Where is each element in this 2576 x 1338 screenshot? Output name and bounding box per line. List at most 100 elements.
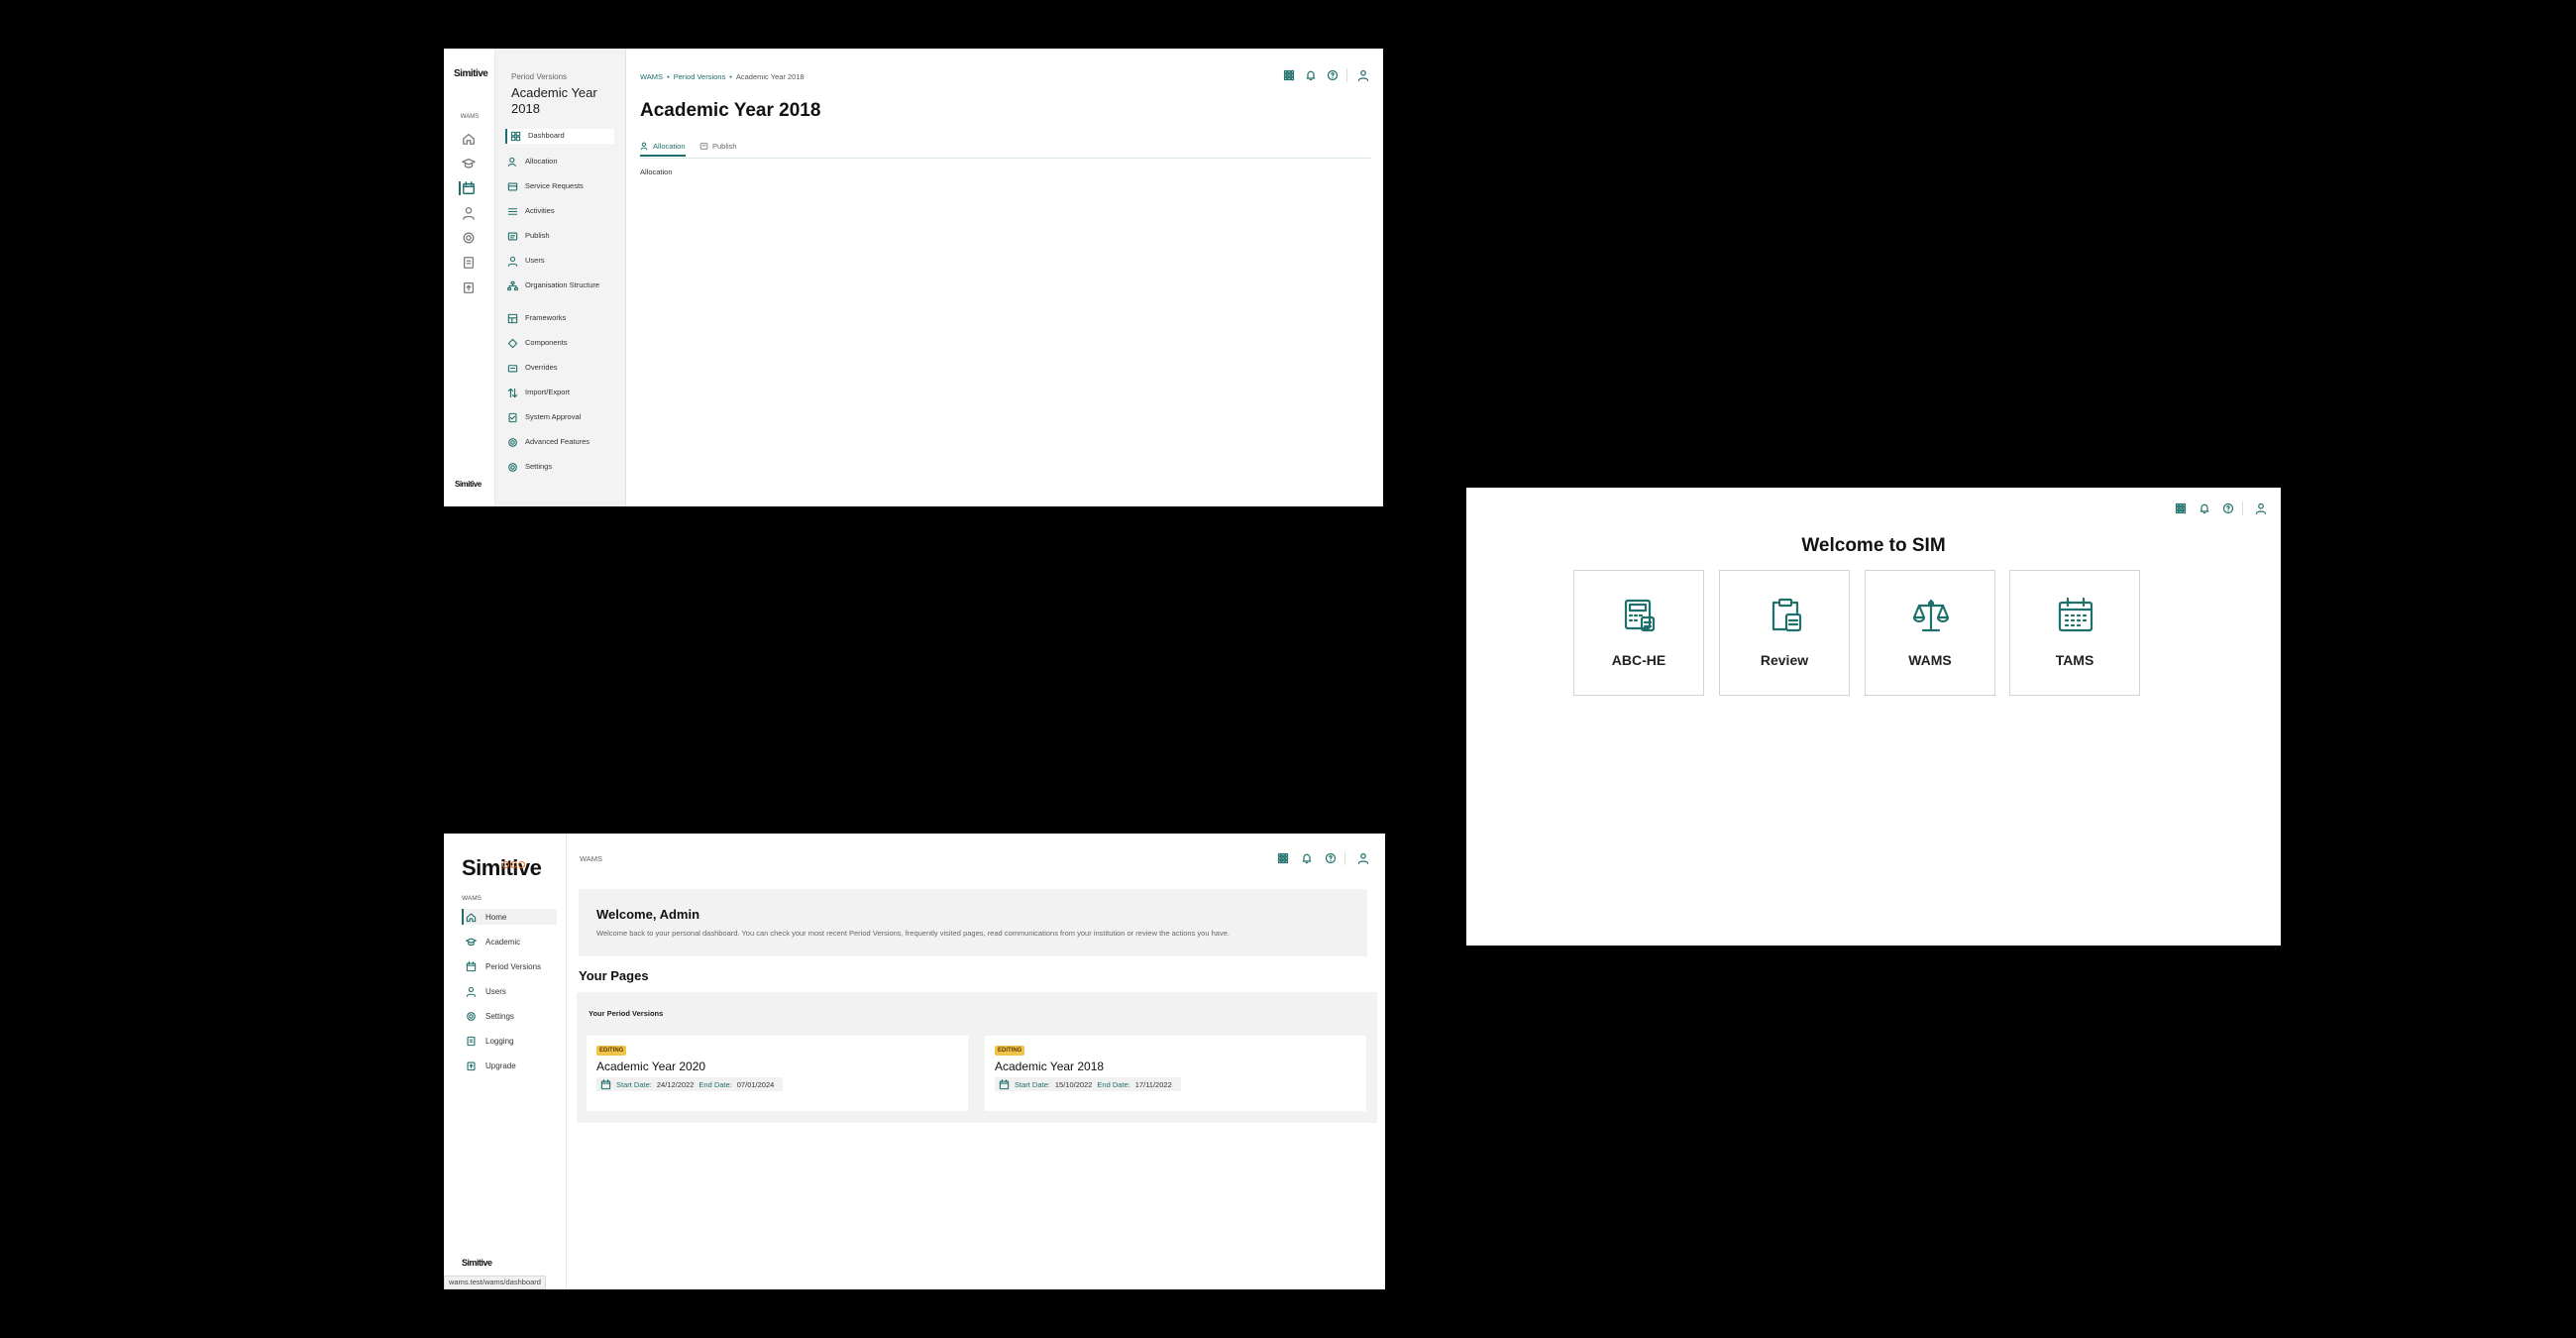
calendar-icon <box>466 960 477 971</box>
calculator-icon <box>1624 599 1656 632</box>
gear-icon[interactable] <box>462 231 476 245</box>
subnav-title: Academic Year 2018 <box>511 85 597 116</box>
tab-publish[interactable]: Publish <box>699 142 737 151</box>
app-card-wams[interactable]: WAMS <box>1865 570 1995 696</box>
allocation-icon <box>640 142 648 151</box>
top-right-toolbar <box>1265 851 1369 865</box>
app-card-review[interactable]: Review <box>1719 570 1850 696</box>
subnav-item-system-approval[interactable]: System Approval <box>507 412 616 423</box>
subnav-item-components[interactable]: Components <box>507 338 616 349</box>
system-approval-icon <box>508 412 517 423</box>
panel-title: Your Period Versions <box>589 1009 664 1018</box>
account-icon[interactable] <box>1357 69 1369 81</box>
subnav-item-users[interactable]: Users <box>507 256 616 267</box>
top-right-toolbar <box>1273 68 1369 82</box>
period-version-card[interactable]: EDITING Academic Year 2018 Start Date: 1… <box>985 1036 1366 1111</box>
subnav-item-activities[interactable]: Activities <box>507 206 616 217</box>
sidebar-item-home[interactable]: Home <box>462 909 557 925</box>
sidebar-item-settings[interactable]: Settings <box>462 1008 557 1024</box>
sidebar-section-label: WAMS <box>462 895 482 902</box>
breadcrumb-wams[interactable]: WAMS <box>640 72 663 81</box>
bell-icon[interactable] <box>2199 502 2210 514</box>
graduation-cap-icon <box>466 938 477 946</box>
breadcrumb-period-versions[interactable]: Period Versions <box>674 72 726 81</box>
period-versions-panel: Your Period Versions EDITING Academic Ye… <box>577 992 1377 1123</box>
period-version-name: Academic Year 2018 <box>995 1059 1105 1073</box>
subnav-caption: Period Versions <box>511 72 568 81</box>
welcome-subtitle: Welcome back to your personal dashboard.… <box>596 929 1230 938</box>
subnav-item-dashboard[interactable]: Dashboard <box>505 129 614 144</box>
sidebar: Simitive WAMS Home Academic Period Versi… <box>444 834 567 1289</box>
allocation-icon <box>507 157 516 167</box>
app-launcher-window: Welcome to SIM ABC-HE Review WAMS TAMS <box>1466 488 2281 946</box>
help-icon[interactable] <box>2222 502 2234 514</box>
calendar-icon <box>999 1078 1010 1089</box>
top-right-toolbar <box>2163 502 2267 515</box>
components-icon <box>507 338 518 349</box>
sidebar-item-upgrade[interactable]: Upgrade <box>462 1058 557 1073</box>
app-card-abc-he[interactable]: ABC-HE <box>1573 570 1704 696</box>
subnav-item-publish[interactable]: Publish <box>507 231 616 242</box>
publish-icon <box>699 143 708 150</box>
period-version-name: Academic Year 2020 <box>596 1059 706 1073</box>
calendar-icon <box>600 1078 611 1089</box>
icon-rail: Simitive WAMS Simitive <box>444 49 495 506</box>
apps-grid-icon[interactable] <box>2175 502 2187 514</box>
period-version-dates: Start Date: 15/10/2022 End Date: 17/11/2… <box>995 1077 1181 1091</box>
tab-allocation[interactable]: Allocation <box>640 142 686 157</box>
breadcrumb-current: Academic Year 2018 <box>735 72 805 81</box>
sidebar-item-logging[interactable]: Logging <box>462 1033 557 1049</box>
subnav-item-allocation[interactable]: Allocation <box>507 157 616 167</box>
simitive-footer-logo: Simitive <box>455 480 482 489</box>
breadcrumb[interactable]: WAMS <box>580 854 602 863</box>
account-icon[interactable] <box>2255 502 2267 514</box>
bell-icon[interactable] <box>1305 69 1317 81</box>
app-card-label: TAMS <box>2055 652 2094 668</box>
tab-bar: Allocation Publish <box>640 141 1371 159</box>
help-icon[interactable] <box>1325 852 1337 864</box>
status-badge: EDITING <box>995 1046 1025 1056</box>
simitive-logo: Simitive <box>454 68 488 79</box>
gear-icon <box>467 1011 476 1021</box>
upgrade-icon <box>467 1061 476 1070</box>
sidebar-item-users[interactable]: Users <box>462 983 557 999</box>
calendar-icon[interactable] <box>462 181 476 195</box>
sidebar-item-period-versions[interactable]: Period Versions <box>462 958 557 974</box>
apps-grid-icon[interactable] <box>1277 852 1289 864</box>
period-version-window: Simitive WAMS Simitive Period Versions A… <box>444 49 1383 506</box>
period-version-card[interactable]: EDITING Academic Year 2020 Start Date: 2… <box>587 1036 968 1111</box>
sidebar-item-academic[interactable]: Academic <box>462 934 557 949</box>
org-structure-icon <box>507 280 518 291</box>
bell-icon[interactable] <box>1301 852 1313 864</box>
subnav-item-service-requests[interactable]: Service Requests <box>507 181 616 192</box>
subnav-item-overrides[interactable]: Overrides <box>507 363 616 374</box>
period-version-dates: Start Date: 24/12/2022 End Date: 07/01/2… <box>596 1077 784 1091</box>
service-requests-icon <box>507 182 518 191</box>
user-icon[interactable] <box>462 206 476 220</box>
account-icon[interactable] <box>1357 852 1369 864</box>
graduation-cap-icon[interactable] <box>462 157 476 170</box>
welcome-heading: Welcome to SIM <box>1801 535 1946 556</box>
subnav-item-import-export[interactable]: Import/Export <box>507 388 616 398</box>
apps-grid-icon[interactable] <box>1283 69 1295 81</box>
subnav-item-organisation-structure[interactable]: Organisation Structure <box>507 280 616 291</box>
home-icon[interactable] <box>462 132 476 146</box>
app-card-tams[interactable]: TAMS <box>2009 570 2140 696</box>
status-bar-url: wams.test/wams/dashboard <box>444 1276 546 1289</box>
user-icon <box>466 986 477 997</box>
subnav-item-advanced-features[interactable]: Advanced Features <box>507 437 616 448</box>
your-pages-heading: Your Pages <box>579 968 649 983</box>
help-icon[interactable] <box>1327 69 1339 81</box>
rail-section-label: WAMS <box>460 114 480 120</box>
main-content: WAMS • Period Versions • Academic Year 2018 … <box>626 49 1383 506</box>
breadcrumb: WAMS • Period Versions • Academic Year 2018 <box>640 72 805 81</box>
logging-icon <box>467 1036 476 1046</box>
upgrade-icon[interactable] <box>462 280 476 294</box>
users-icon <box>507 256 518 267</box>
subnav-item-settings[interactable]: Settings <box>507 462 616 473</box>
clipboard-icon <box>1771 598 1802 632</box>
wams-dashboard-window: Simitive WAMS Home Academic Period Versi… <box>444 834 1385 1289</box>
settings-icon <box>508 463 517 472</box>
subnav-item-frameworks[interactable]: Frameworks <box>507 313 616 324</box>
logging-icon[interactable] <box>462 256 476 270</box>
